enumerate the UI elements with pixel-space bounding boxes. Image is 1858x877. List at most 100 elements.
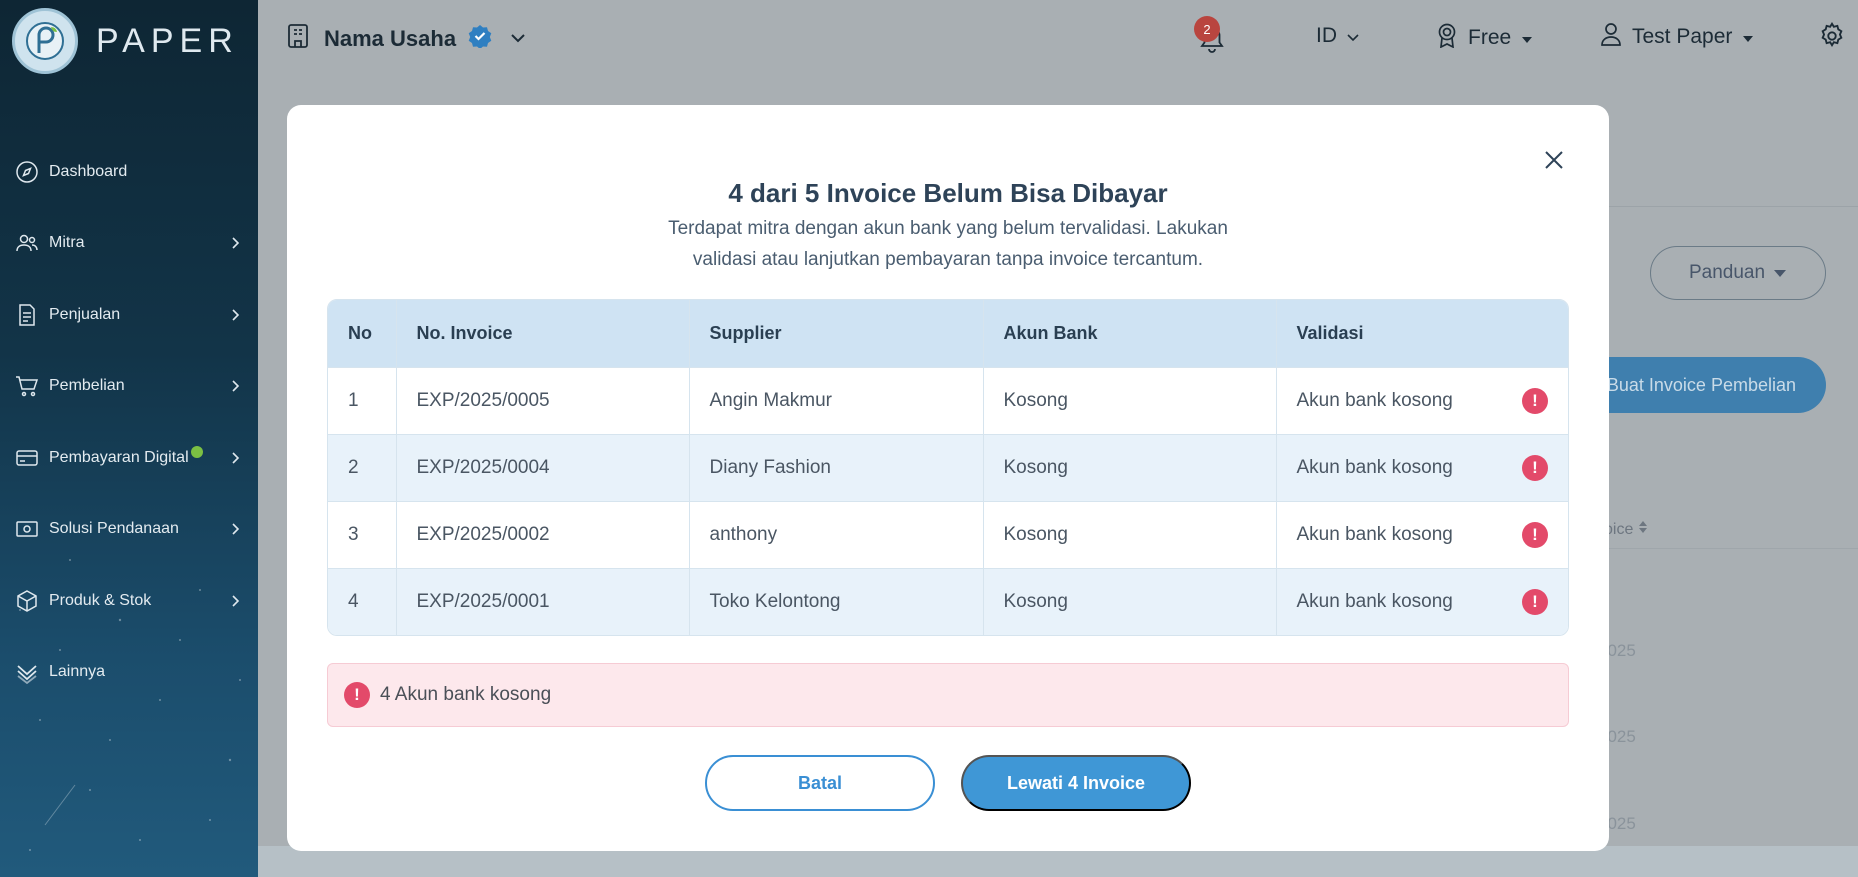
- cell-validation: Akun bank kosong !: [1275, 567, 1568, 635]
- cell-bank: Kosong: [982, 366, 1276, 434]
- cell-supplier: Toko Kelontong: [688, 567, 983, 635]
- sidebar-nav: Dashboard Mitra Penjualan Pembelian Pemb…: [0, 136, 258, 708]
- sidebar-item-dashboard[interactable]: Dashboard: [0, 136, 258, 208]
- user-name: Test Paper: [1632, 25, 1733, 48]
- sidebar-item-lainnya[interactable]: Lainnya: [0, 637, 258, 709]
- card-icon: [14, 445, 40, 471]
- column-header-bank-account: Akun Bank: [982, 300, 1276, 367]
- document-icon: [14, 302, 40, 328]
- user-menu[interactable]: Test Paper: [1600, 22, 1754, 52]
- sidebar-item-label: Produk & Stok: [49, 591, 152, 609]
- table-divider: [1596, 548, 1858, 549]
- cell-no: 2: [328, 433, 396, 501]
- chevron-right-icon: [232, 235, 242, 251]
- cell-validation: Akun bank kosong !: [1275, 433, 1568, 501]
- empty-bank-alert: ! 4 Akun bank kosong: [327, 663, 1569, 727]
- cell-bank: Kosong: [982, 433, 1276, 501]
- cart-icon: [14, 373, 40, 399]
- validation-text: Akun bank kosong: [1296, 456, 1453, 478]
- page-divider: [1608, 206, 1858, 207]
- cell-no: 3: [328, 500, 396, 568]
- column-header-validation: Validasi: [1275, 300, 1568, 367]
- cash-icon: [14, 516, 40, 542]
- warning-icon: !: [1522, 454, 1548, 481]
- notification-count-badge: 2: [1194, 16, 1220, 42]
- cell-supplier: anthony: [688, 500, 983, 568]
- table-row: 1 EXP/2025/0005 Angin Makmur Kosong Akun…: [328, 366, 1568, 434]
- description-line: Terdapat mitra dengan akun bank yang bel…: [668, 218, 1228, 239]
- paper-logo-icon: [12, 8, 78, 74]
- sidebar-item-produk-stok[interactable]: Produk & Stok: [0, 565, 258, 637]
- table-row: 4 EXP/2025/0001 Toko Kelontong Kosong Ak…: [328, 567, 1568, 635]
- chevron-right-icon: [232, 378, 242, 394]
- sidebar-item-label: Pembelian: [49, 377, 125, 395]
- caret-down-icon: [1742, 25, 1754, 49]
- sidebar-item-label: Solusi Pendanaan: [49, 520, 179, 538]
- business-name: Nama Usaha: [324, 25, 457, 51]
- warning-icon: !: [1522, 588, 1548, 615]
- user-icon: [1600, 22, 1622, 52]
- store-icon: [286, 22, 310, 55]
- validation-text: Akun bank kosong: [1296, 523, 1453, 545]
- alert-text: 4 Akun bank kosong: [380, 684, 552, 705]
- cell-bank: Kosong: [982, 500, 1276, 568]
- sidebar-item-label: Dashboard: [49, 162, 128, 180]
- chevron-down-icon[interactable]: [510, 30, 526, 48]
- table-header-row: No No. Invoice Supplier Akun Bank Valida…: [328, 300, 1568, 367]
- caret-down-icon: [1521, 26, 1533, 50]
- verified-badge-icon: [468, 24, 492, 53]
- cell-no: 4: [328, 567, 396, 635]
- new-indicator-dot: [191, 446, 203, 458]
- plan-selector[interactable]: Free: [1436, 22, 1533, 54]
- description-line: validasi atau lanjutkan pembayaran tanpa…: [692, 249, 1204, 270]
- chevron-right-icon: [232, 307, 242, 323]
- create-invoice-label: Buat Invoice Pembelian: [1606, 374, 1796, 395]
- table-row: 2 EXP/2025/0004 Diany Fashion Kosong Aku…: [328, 433, 1568, 501]
- sidebar-item-pembelian[interactable]: Pembelian: [0, 351, 258, 423]
- cell-invoice: EXP/2025/0005: [395, 366, 689, 434]
- sidebar-item-label: Penjualan: [49, 305, 121, 323]
- unpayable-invoices-modal: 4 dari 5 Invoice Belum Bisa Dibayar Terd…: [287, 105, 1609, 851]
- skip-invoices-button[interactable]: Lewati 4 Invoice: [961, 755, 1191, 811]
- users-icon: [14, 230, 40, 256]
- chevron-down-icon: [1347, 24, 1359, 48]
- sidebar-item-pembayaran-digital[interactable]: Pembayaran Digital: [0, 422, 258, 494]
- sort-icon: [1638, 521, 1648, 538]
- warning-icon: !: [1522, 387, 1548, 414]
- box-icon: [14, 588, 40, 614]
- chevron-right-icon: [232, 521, 242, 537]
- cell-supplier: Angin Makmur: [688, 366, 983, 434]
- gear-icon[interactable]: [1818, 21, 1846, 55]
- plan-label: Free: [1468, 26, 1512, 49]
- sidebar: PAPER Dashboard Mitra Penjualan Pembelia…: [0, 0, 258, 877]
- language-selector[interactable]: ID: [1316, 24, 1359, 48]
- layers-icon: [14, 659, 40, 685]
- cell-no: 1: [328, 366, 396, 434]
- topbar: Nama Usaha 2 ID Free Test Paper: [258, 0, 1858, 76]
- sidebar-item-label: Pembayaran Digital: [49, 448, 189, 466]
- modal-description: Terdapat mitra dengan akun bank yang bel…: [287, 213, 1609, 275]
- cell-bank: Kosong: [982, 567, 1276, 635]
- sidebar-item-mitra[interactable]: Mitra: [0, 208, 258, 280]
- cell-invoice: EXP/2025/0002: [395, 500, 689, 568]
- sidebar-item-penjualan[interactable]: Penjualan: [0, 279, 258, 351]
- column-header-supplier: Supplier: [688, 300, 983, 367]
- cell-invoice: EXP/2025/0001: [395, 567, 689, 635]
- cancel-button[interactable]: Batal: [705, 755, 935, 811]
- sidebar-item-label: Mitra: [49, 234, 85, 252]
- cell-invoice: EXP/2025/0004: [395, 433, 689, 501]
- guide-button[interactable]: Panduan: [1650, 246, 1826, 300]
- sidebar-item-label: Lainnya: [49, 663, 106, 681]
- column-header-invoice: No. Invoice: [395, 300, 689, 367]
- cell-validation: Akun bank kosong !: [1275, 500, 1568, 568]
- brand[interactable]: PAPER: [12, 8, 239, 74]
- business-switcher[interactable]: Nama Usaha: [286, 22, 526, 55]
- warning-icon: !: [1522, 521, 1548, 548]
- column-header-no: No: [328, 300, 396, 367]
- caret-down-icon: [1773, 262, 1787, 284]
- close-icon[interactable]: [1539, 145, 1569, 175]
- invoice-table: No No. Invoice Supplier Akun Bank Valida…: [327, 299, 1569, 636]
- modal-title: 4 dari 5 Invoice Belum Bisa Dibayar: [728, 178, 1168, 208]
- sidebar-item-solusi-pendanaan[interactable]: Solusi Pendanaan: [0, 494, 258, 566]
- brand-name: PAPER: [96, 21, 239, 60]
